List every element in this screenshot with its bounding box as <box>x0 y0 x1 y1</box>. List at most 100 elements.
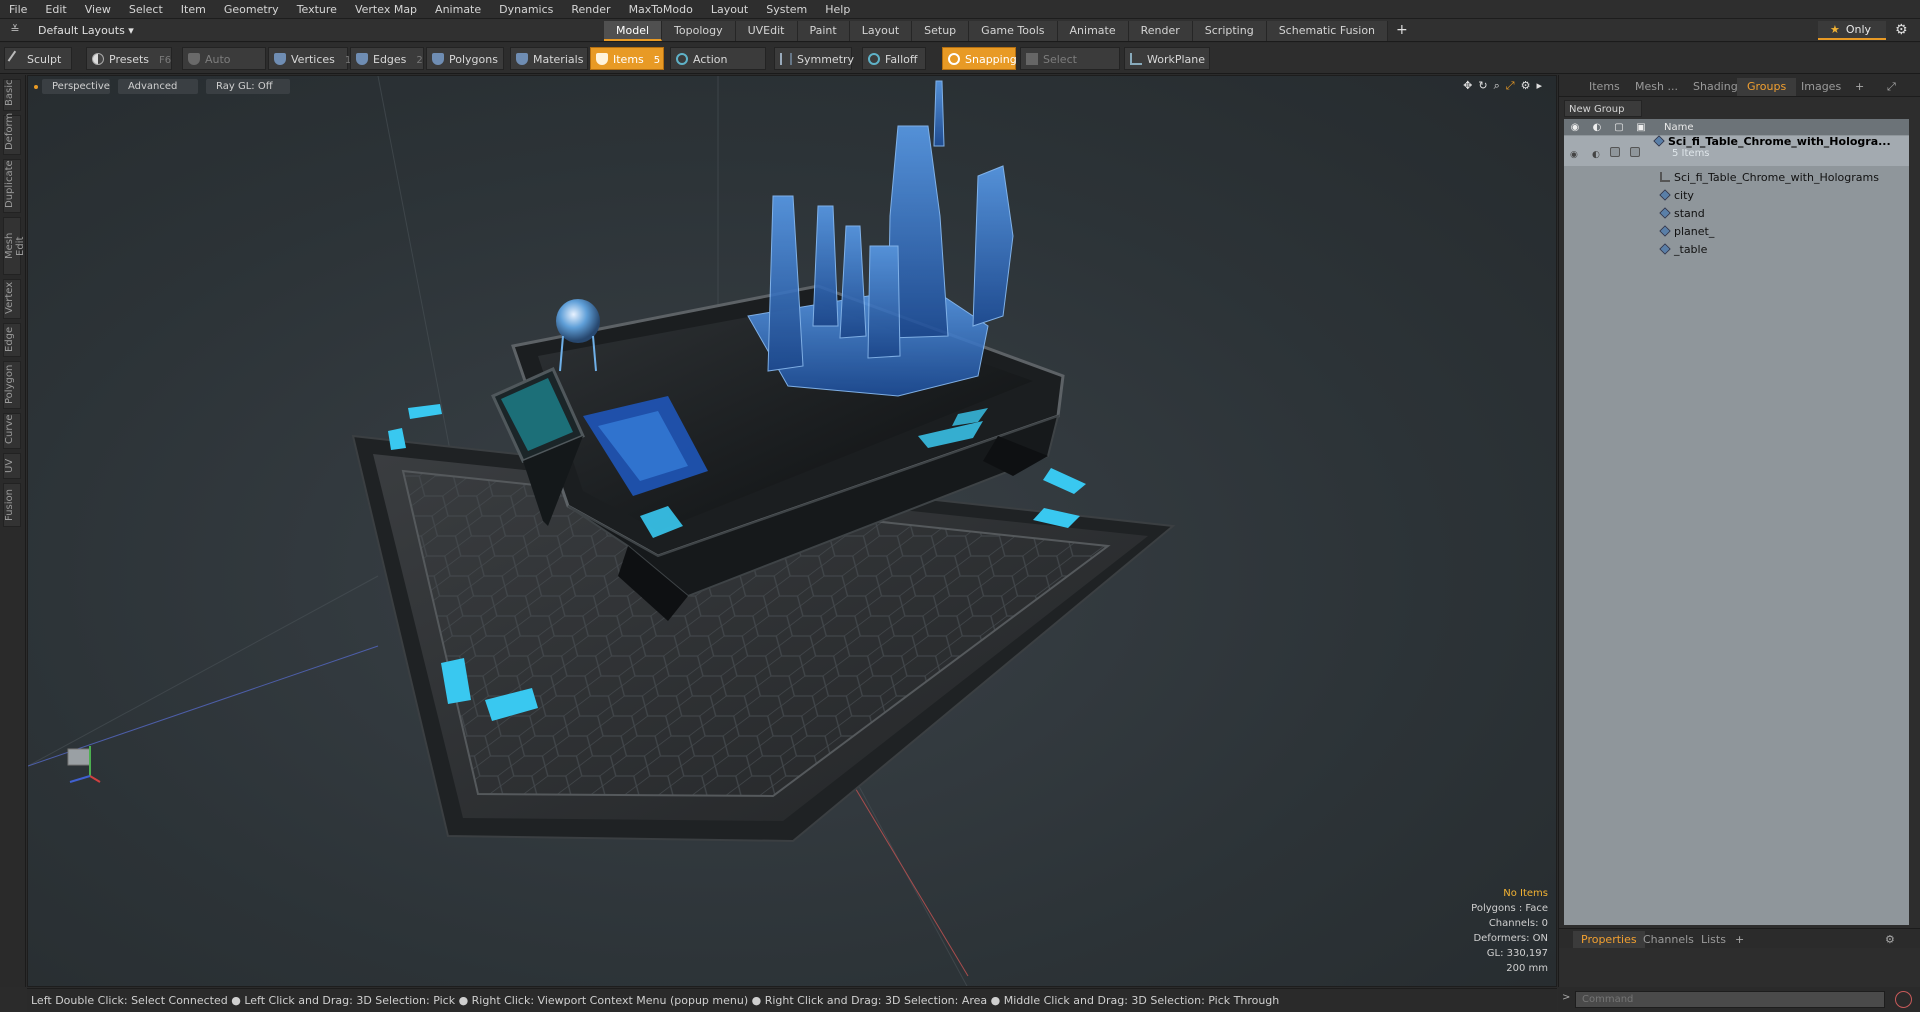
menu-geometry[interactable]: Geometry <box>215 0 288 19</box>
tree-item-name: _table <box>1674 243 1708 256</box>
gear-icon[interactable]: ⚙ <box>1895 22 1908 38</box>
layout-selector[interactable]: Default Layouts ▾ <box>38 22 134 39</box>
deformers-info: Deformers: ON <box>1473 933 1548 944</box>
sculpt-button[interactable]: Sculpt <box>4 47 72 70</box>
tab-edge[interactable]: Edge <box>3 323 21 357</box>
tab-model[interactable]: Model <box>604 21 663 41</box>
eye-icon[interactable]: ◉ <box>1570 146 1580 160</box>
render-toggle-icon[interactable]: ◐ <box>1592 146 1602 160</box>
menu-render[interactable]: Render <box>562 0 619 19</box>
select-through-icon <box>1026 53 1038 65</box>
action-center-button[interactable]: Action Center <box>670 47 766 89</box>
tab-render[interactable]: Render <box>1128 21 1193 41</box>
tab-setup[interactable]: Setup <box>912 21 970 41</box>
lock-col-icon[interactable]: ▢ <box>1608 122 1630 133</box>
rotate-icon[interactable]: ↻ <box>1478 79 1487 93</box>
tab-topology[interactable]: Topology <box>662 21 736 41</box>
tab-properties[interactable]: Properties <box>1573 931 1645 948</box>
materials-button[interactable]: Materials <box>510 47 588 70</box>
viewport-gear-icon[interactable]: ⚙ <box>1521 79 1531 93</box>
tab-game-tools[interactable]: Game Tools <box>969 21 1058 41</box>
menu-select[interactable]: Select <box>120 0 172 19</box>
select-through-button[interactable]: Select Through <box>1020 47 1120 89</box>
lock-checkbox[interactable] <box>1610 147 1620 157</box>
raygl-selector[interactable]: Ray GL: Off <box>206 79 290 94</box>
command-history-icon[interactable] <box>1895 991 1912 1008</box>
tab-images[interactable]: Images <box>1791 78 1851 96</box>
tree-item[interactable]: planet_ <box>1564 223 1909 241</box>
tab-uvedit[interactable]: UVEdit <box>735 21 798 41</box>
zoom-icon[interactable]: ⌕ <box>1494 79 1500 93</box>
tab-channels[interactable]: Channels <box>1635 931 1702 948</box>
select-col-icon[interactable]: ▣ <box>1630 122 1652 133</box>
tab-scripting[interactable]: Scripting <box>1192 21 1267 41</box>
shading-selector[interactable]: Advanced <box>118 79 198 94</box>
add-panel-tab-icon[interactable]: + <box>1845 78 1874 96</box>
only-toggle[interactable]: ★ Only <box>1818 21 1886 40</box>
3d-viewport[interactable]: Perspective Advanced Ray GL: Off ✥ ↻ ⌕ ⤢… <box>27 75 1557 987</box>
menu-vertex-map[interactable]: Vertex Map <box>346 0 426 19</box>
viewport-controls: ✥ ↻ ⌕ ⤢ ⚙ ▸ <box>1463 79 1542 93</box>
tab-animate[interactable]: Animate <box>1057 21 1129 41</box>
tab-curve[interactable]: Curve <box>3 413 21 449</box>
presets-button[interactable]: Presets F6 <box>86 47 172 70</box>
tree-item-name: planet_ <box>1674 225 1715 238</box>
menu-system[interactable]: System <box>757 0 816 19</box>
name-column-header[interactable]: Name <box>1664 122 1694 133</box>
tree-item[interactable]: city <box>1564 187 1909 205</box>
group-row[interactable]: ◉ ◐ Sci_fi_Table_Chrome_with_Hologra... … <box>1564 135 1909 166</box>
menu-maxtomodo[interactable]: MaxToModo <box>620 0 702 19</box>
expand-arrow-icon[interactable]: ▸ <box>1536 79 1542 93</box>
tab-polygon[interactable]: Polygon <box>3 361 21 409</box>
visibility-col-icon[interactable]: ◉ <box>1564 122 1586 133</box>
menu-layout[interactable]: Layout <box>702 0 757 19</box>
tree-item[interactable]: _table <box>1564 241 1909 259</box>
tab-paint[interactable]: Paint <box>797 21 850 41</box>
tab-mesh[interactable]: Mesh ... <box>1625 78 1688 96</box>
tab-groups[interactable]: Groups <box>1737 78 1797 96</box>
tab-deform[interactable]: Deform <box>3 113 21 155</box>
tab-schematic-fusion[interactable]: Schematic Fusion <box>1266 21 1389 41</box>
snapping-button[interactable]: Snapping <box>942 47 1017 70</box>
tab-uv[interactable]: UV <box>3 453 21 479</box>
select-checkbox[interactable] <box>1630 147 1640 157</box>
view-type-selector[interactable]: Perspective <box>42 79 110 94</box>
menu-edit[interactable]: Edit <box>36 0 75 19</box>
command-input[interactable] <box>1575 991 1885 1008</box>
maximize-icon[interactable]: ⤢ <box>1506 79 1515 93</box>
collapse-icon[interactable]: ≚ <box>8 23 22 37</box>
tab-basic[interactable]: Basic <box>3 79 21 111</box>
edges-button[interactable]: Edges 2 <box>350 47 424 70</box>
properties-gear-icon[interactable]: ⚙ <box>1877 931 1903 948</box>
auto-select-button[interactable]: Auto Select <box>182 47 266 89</box>
tab-vertex[interactable]: Vertex <box>3 279 21 319</box>
menu-help[interactable]: Help <box>816 0 859 19</box>
workplane-button[interactable]: WorkPlane <box>1124 47 1210 70</box>
panel-expand-icon[interactable]: ⤢ <box>1877 78 1906 96</box>
menu-file[interactable]: File <box>0 0 36 19</box>
tree-item[interactable]: Sci_fi_Table_Chrome_with_Holograms <box>1564 169 1909 187</box>
add-bottom-tab-icon[interactable]: + <box>1727 931 1752 948</box>
menu-view[interactable]: View <box>76 0 120 19</box>
tab-mesh-edit[interactable]: Mesh Edit <box>3 217 26 275</box>
menu-dynamics[interactable]: Dynamics <box>490 0 562 19</box>
add-tab-icon[interactable]: + <box>1388 21 1416 41</box>
menu-item[interactable]: Item <box>172 0 215 19</box>
render-col-icon[interactable]: ◐ <box>1586 122 1608 133</box>
tab-duplicate[interactable]: Duplicate <box>3 159 21 213</box>
pan-icon[interactable]: ✥ <box>1463 79 1472 93</box>
polygons-button[interactable]: Polygons <box>426 47 504 70</box>
tab-layout[interactable]: Layout <box>849 21 913 41</box>
tree-item[interactable]: stand <box>1564 205 1909 223</box>
symmetry-button[interactable]: Symmetry <box>774 47 854 70</box>
tab-fusion[interactable]: Fusion <box>3 483 21 527</box>
tab-items[interactable]: Items <box>1579 78 1630 96</box>
menu-animate[interactable]: Animate <box>426 0 490 19</box>
locator-icon <box>1660 172 1670 182</box>
menu-texture[interactable]: Texture <box>288 0 346 19</box>
viewport-info: No Items Polygons : Face Channels: 0 Def… <box>1471 886 1548 976</box>
new-group-button[interactable]: New Group <box>1564 100 1642 117</box>
vertices-button[interactable]: Vertices 1 <box>268 47 351 70</box>
falloff-button[interactable]: Falloff <box>862 47 926 70</box>
items-button[interactable]: Items 5 <box>590 47 664 70</box>
